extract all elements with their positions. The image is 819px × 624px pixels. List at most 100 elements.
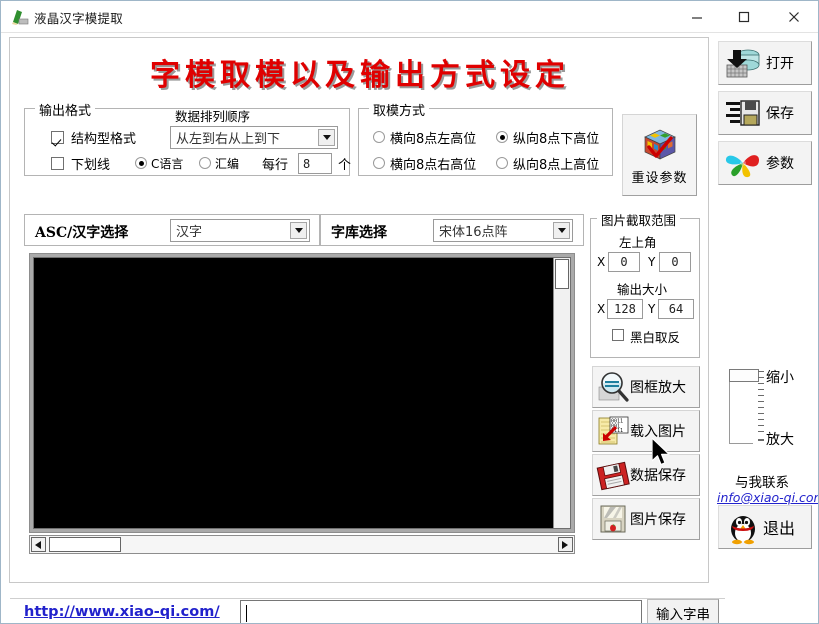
output-size-label: 输出大小 bbox=[617, 282, 668, 297]
per-line-label: 每行 bbox=[262, 158, 289, 173]
crop-range-group: 图片截取范围 左上角 X 0 Y 0 输出大小 X 128 Y 64 黑白取反 bbox=[590, 210, 700, 358]
save-data-button[interactable]: 数据保存 bbox=[592, 454, 700, 496]
preview-vertical-scroll-thumb[interactable] bbox=[555, 259, 569, 289]
contact-email-link[interactable]: info@xiao-qi.com bbox=[717, 490, 818, 505]
sample-mode-label-0: 横向8点左高位 bbox=[390, 132, 477, 147]
preview-horizontal-scrollbar[interactable] bbox=[29, 535, 575, 554]
sample-mode-radio-0[interactable] bbox=[373, 131, 385, 143]
size-x-value: 128 bbox=[614, 302, 636, 316]
zoom-slider-thumb[interactable] bbox=[729, 369, 759, 382]
underline-checkbox[interactable] bbox=[51, 157, 64, 170]
text-caret bbox=[246, 605, 247, 622]
data-order-combobox[interactable]: 从左到右从上到下 bbox=[170, 126, 338, 149]
invert-colors-checkbox[interactable] bbox=[612, 329, 624, 341]
save-image-button[interactable]: 图片保存 bbox=[592, 498, 700, 540]
sample-mode-group: 取模方式 横向8点左高位 纵向8点下高位 横向8点右高位 纵向8点上高位 bbox=[358, 100, 613, 176]
minimize-button[interactable] bbox=[674, 1, 720, 32]
title-bar: 液晶汉字模提取 bbox=[1, 1, 818, 33]
string-input-field[interactable] bbox=[240, 600, 642, 623]
scroll-left-arrow-icon[interactable] bbox=[31, 537, 46, 552]
zoom-out-label: 缩小 bbox=[766, 370, 794, 386]
params-button[interactable]: 参数 bbox=[718, 141, 812, 185]
floppy-apple-icon bbox=[600, 505, 626, 533]
save-disk-icon bbox=[726, 100, 760, 126]
topleft-x-input[interactable]: 0 bbox=[608, 252, 640, 272]
preview-horizontal-scroll-thumb[interactable] bbox=[49, 537, 121, 552]
rubiks-cube-check-icon bbox=[643, 129, 676, 160]
maximize-button[interactable] bbox=[721, 1, 767, 32]
qq-penguin-icon bbox=[731, 516, 755, 545]
chevron-down-icon[interactable] bbox=[290, 222, 307, 239]
sample-mode-radio-1[interactable] bbox=[496, 131, 508, 143]
size-y-input[interactable]: 64 bbox=[658, 299, 694, 319]
save-label: 保存 bbox=[766, 106, 794, 122]
zoom-frame-label: 图框放大 bbox=[630, 380, 686, 396]
save-image-label: 图片保存 bbox=[630, 512, 686, 528]
font-select-label: 字库选择 bbox=[331, 225, 387, 241]
exit-label: 退出 bbox=[763, 519, 796, 538]
chevron-down-icon[interactable] bbox=[553, 222, 570, 239]
magnifier-icon bbox=[598, 372, 629, 402]
lang-c-label: C语言 bbox=[151, 157, 184, 171]
preview-vertical-scrollbar[interactable] bbox=[553, 258, 570, 528]
reset-params-label: 重设参数 bbox=[631, 170, 688, 186]
struct-format-label: 结构型格式 bbox=[71, 132, 137, 147]
contact-title: 与我联系 bbox=[735, 475, 789, 491]
struct-format-checkbox[interactable] bbox=[51, 131, 64, 144]
mouse-cursor bbox=[652, 438, 670, 466]
asc-select-combobox[interactable]: 汉字 bbox=[170, 219, 310, 242]
topleft-y-input[interactable]: 0 bbox=[659, 252, 691, 272]
underline-label: 下划线 bbox=[71, 158, 111, 173]
load-image-button[interactable]: 0011 001 0111 载入图片 bbox=[592, 410, 700, 452]
size-x-label: X bbox=[597, 302, 606, 316]
website-link[interactable]: http://www.xiao-qi.com/ bbox=[24, 604, 220, 620]
scroll-right-arrow-icon[interactable] bbox=[558, 537, 573, 552]
data-order-label: 数据排列顺序 bbox=[175, 109, 251, 124]
data-order-value: 从左到右从上到下 bbox=[176, 132, 281, 147]
per-line-input[interactable]: 8 bbox=[298, 153, 332, 174]
open-button[interactable]: 打开 bbox=[718, 41, 812, 85]
open-label: 打开 bbox=[766, 56, 794, 72]
topleft-x-label: X bbox=[597, 255, 606, 269]
minimize-icon bbox=[692, 16, 702, 19]
sample-mode-radio-3[interactable] bbox=[496, 157, 508, 169]
close-button[interactable] bbox=[771, 1, 817, 32]
topleft-label: 左上角 bbox=[619, 235, 657, 250]
image-preview-canvas[interactable] bbox=[33, 257, 571, 529]
invert-colors-label: 黑白取反 bbox=[630, 330, 681, 345]
zoom-slider-ticks bbox=[758, 369, 764, 445]
save-button[interactable]: 保存 bbox=[718, 91, 812, 135]
zoom-frame-button[interactable]: 图框放大 bbox=[592, 366, 700, 408]
font-select-combobox[interactable]: 宋体16点阵 bbox=[433, 219, 573, 242]
asc-select-value: 汉字 bbox=[176, 225, 203, 240]
size-x-input[interactable]: 128 bbox=[607, 299, 643, 319]
triangle-left-icon bbox=[35, 540, 41, 549]
sample-mode-legend: 取模方式 bbox=[369, 100, 430, 119]
per-line-unit: 个 bbox=[338, 158, 352, 173]
topleft-x-value: 0 bbox=[620, 255, 628, 269]
size-y-label: Y bbox=[648, 302, 656, 316]
output-format-legend: 输出格式 bbox=[35, 100, 96, 119]
triangle-right-icon bbox=[562, 540, 568, 549]
chevron-down-icon[interactable] bbox=[318, 129, 335, 146]
exit-button[interactable]: 退出 bbox=[718, 505, 812, 549]
main-panel: 字模取模以及输出方式设定 输出格式 数据排列顺序 结构型格式 从左到右从上到下 … bbox=[9, 37, 725, 623]
reset-params-button[interactable]: 重设参数 bbox=[622, 114, 697, 196]
palette-icon bbox=[725, 155, 759, 178]
close-icon bbox=[789, 11, 799, 22]
asc-selector-group: ASC/汉字选择 汉字 bbox=[24, 214, 320, 246]
input-string-button[interactable]: 输入字串 bbox=[647, 599, 719, 623]
sample-mode-radio-2[interactable] bbox=[373, 157, 385, 169]
lang-c-radio[interactable] bbox=[135, 157, 147, 169]
zoom-in-label: 放大 bbox=[766, 432, 794, 448]
maximize-icon bbox=[738, 11, 750, 22]
sample-mode-label-2: 横向8点右高位 bbox=[390, 158, 477, 173]
per-line-value: 8 bbox=[303, 156, 311, 171]
sample-mode-label-1: 纵向8点下高位 bbox=[513, 132, 600, 147]
font-select-value: 宋体16点阵 bbox=[439, 225, 508, 240]
load-image-binary-icon: 0011 001 0111 bbox=[598, 416, 629, 445]
topleft-y-value: 0 bbox=[671, 255, 679, 269]
lang-asm-radio[interactable] bbox=[199, 157, 211, 169]
topleft-y-label: Y bbox=[648, 255, 656, 269]
image-preview-panel bbox=[29, 253, 575, 533]
